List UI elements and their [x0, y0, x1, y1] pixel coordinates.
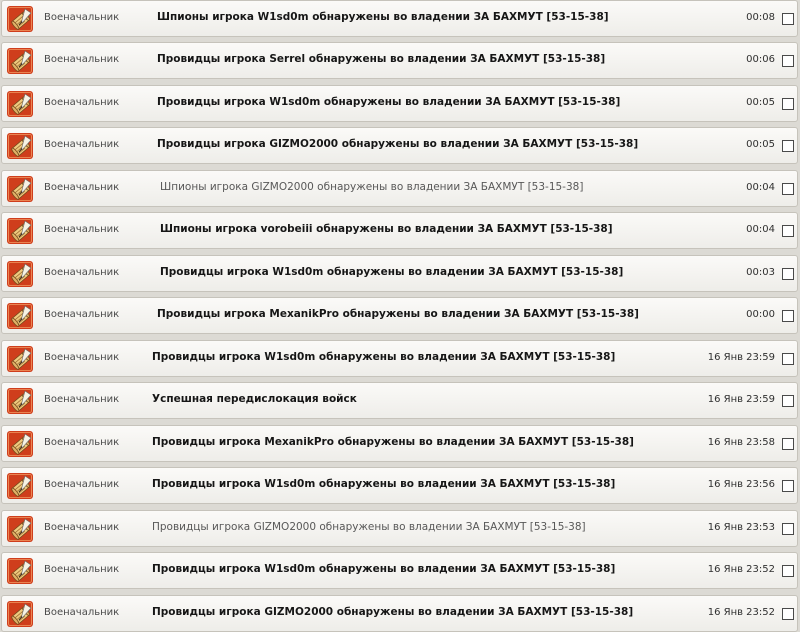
message-row[interactable]: Военачальник Успешная передислокация вой… [1, 382, 798, 419]
message-subject[interactable]: Провидцы игрока W1sd0m обнаружены во вла… [160, 266, 623, 278]
message-time: 00:03 [746, 267, 775, 278]
message-list: Военачальник Шпионы игрока W1sd0m обнару… [0, 0, 800, 632]
scroll-quill-icon [7, 176, 33, 202]
message-row[interactable]: Военачальник Провидцы игрока GIZMO2000 о… [1, 595, 798, 632]
message-sender: Военачальник [44, 224, 120, 235]
scroll-quill-icon [7, 388, 33, 414]
message-sender: Военачальник [44, 267, 120, 278]
select-checkbox[interactable] [782, 608, 794, 620]
message-subject[interactable]: Провидцы игрока W1sd0m обнаружены во вла… [152, 563, 615, 575]
message-time: 00:08 [746, 12, 775, 23]
message-time: 00:04 [746, 224, 775, 235]
scroll-quill-icon [7, 473, 33, 499]
select-checkbox[interactable] [782, 480, 794, 492]
message-row[interactable]: Военачальник Провидцы игрока W1sd0m обна… [1, 340, 798, 377]
message-time: 00:04 [746, 182, 775, 193]
message-subject[interactable]: Провидцы игрока GIZMO2000 обнаружены во … [157, 138, 638, 150]
message-row[interactable]: Военачальник Провидцы игрока GIZMO2000 о… [1, 510, 798, 547]
message-sender: Военачальник [44, 522, 120, 533]
message-sender: Военачальник [44, 12, 120, 23]
message-time: 00:00 [746, 309, 775, 320]
message-time: 00:06 [746, 54, 775, 65]
scroll-quill-icon [7, 91, 33, 117]
message-row[interactable]: Военачальник Шпионы игрока W1sd0m обнару… [1, 0, 798, 37]
message-row[interactable]: Военачальник Провидцы игрока W1sd0m обна… [1, 255, 798, 292]
message-subject[interactable]: Провидцы игрока GIZMO2000 обнаружены во … [152, 521, 586, 533]
message-subject[interactable]: Шпионы игрока vorobeiii обнаружены во вл… [160, 223, 613, 235]
message-subject[interactable]: Провидцы игрока Serrel обнаружены во вла… [157, 53, 605, 65]
message-row[interactable]: Военачальник Провидцы игрока Serrel обна… [1, 42, 798, 79]
message-sender: Военачальник [44, 394, 120, 405]
message-time: 00:05 [746, 139, 775, 150]
message-sender: Военачальник [44, 352, 120, 363]
message-row[interactable]: Военачальник Провидцы игрока W1sd0m обна… [1, 85, 798, 122]
message-row[interactable]: Военачальник Шпионы игрока vorobeiii обн… [1, 212, 798, 249]
message-time: 00:05 [746, 97, 775, 108]
message-time: 16 Янв 23:52 [707, 564, 775, 575]
select-checkbox[interactable] [782, 353, 794, 365]
scroll-quill-icon [7, 601, 33, 627]
select-checkbox[interactable] [782, 183, 794, 195]
message-subject[interactable]: Провидцы игрока MexanikPro обнаружены во… [157, 308, 639, 320]
message-row[interactable]: Военачальник Провидцы игрока MexanikPro … [1, 297, 798, 334]
message-sender: Военачальник [44, 437, 120, 448]
select-checkbox[interactable] [782, 268, 794, 280]
select-checkbox[interactable] [782, 565, 794, 577]
scroll-quill-icon [7, 6, 33, 32]
select-checkbox[interactable] [782, 98, 794, 110]
scroll-quill-icon [7, 218, 33, 244]
scroll-quill-icon [7, 431, 33, 457]
message-sender: Военачальник [44, 479, 120, 490]
message-time: 16 Янв 23:59 [707, 394, 775, 405]
select-checkbox[interactable] [782, 395, 794, 407]
message-time: 16 Янв 23:58 [707, 437, 775, 448]
scroll-quill-icon [7, 133, 33, 159]
scroll-quill-icon [7, 558, 33, 584]
scroll-quill-icon [7, 261, 33, 287]
message-subject[interactable]: Провидцы игрока GIZMO2000 обнаружены во … [152, 606, 633, 618]
select-checkbox[interactable] [782, 225, 794, 237]
message-row[interactable]: Военачальник Шпионы игрока GIZMO2000 обн… [1, 170, 798, 207]
message-subject[interactable]: Провидцы игрока W1sd0m обнаружены во вла… [157, 96, 620, 108]
message-sender: Военачальник [44, 97, 120, 108]
message-sender: Военачальник [44, 139, 120, 150]
message-subject[interactable]: Провидцы игрока W1sd0m обнаружены во вла… [152, 351, 615, 363]
message-time: 16 Янв 23:53 [707, 522, 775, 533]
message-subject[interactable]: Провидцы игрока MexanikPro обнаружены во… [152, 436, 634, 448]
select-checkbox[interactable] [782, 310, 794, 322]
scroll-quill-icon [7, 516, 33, 542]
message-sender: Военачальник [44, 607, 120, 618]
message-subject[interactable]: Провидцы игрока W1sd0m обнаружены во вла… [152, 478, 615, 490]
message-row[interactable]: Военачальник Провидцы игрока W1sd0m обна… [1, 552, 798, 589]
message-time: 16 Янв 23:59 [707, 352, 775, 363]
message-sender: Военачальник [44, 309, 120, 320]
message-subject[interactable]: Шпионы игрока W1sd0m обнаружены во владе… [157, 11, 609, 23]
message-sender: Военачальник [44, 54, 120, 65]
select-checkbox[interactable] [782, 13, 794, 25]
select-checkbox[interactable] [782, 55, 794, 67]
scroll-quill-icon [7, 346, 33, 372]
select-checkbox[interactable] [782, 523, 794, 535]
message-sender: Военачальник [44, 182, 120, 193]
message-row[interactable]: Военачальник Провидцы игрока MexanikPro … [1, 425, 798, 462]
message-subject[interactable]: Успешная передислокация войск [152, 393, 357, 405]
message-sender: Военачальник [44, 564, 120, 575]
message-row[interactable]: Военачальник Провидцы игрока W1sd0m обна… [1, 467, 798, 504]
select-checkbox[interactable] [782, 140, 794, 152]
message-subject[interactable]: Шпионы игрока GIZMO2000 обнаружены во вл… [160, 181, 583, 193]
message-row[interactable]: Военачальник Провидцы игрока GIZMO2000 о… [1, 127, 798, 164]
scroll-quill-icon [7, 303, 33, 329]
scroll-quill-icon [7, 48, 33, 74]
message-time: 16 Янв 23:56 [707, 479, 775, 490]
message-time: 16 Янв 23:52 [707, 607, 775, 618]
select-checkbox[interactable] [782, 438, 794, 450]
